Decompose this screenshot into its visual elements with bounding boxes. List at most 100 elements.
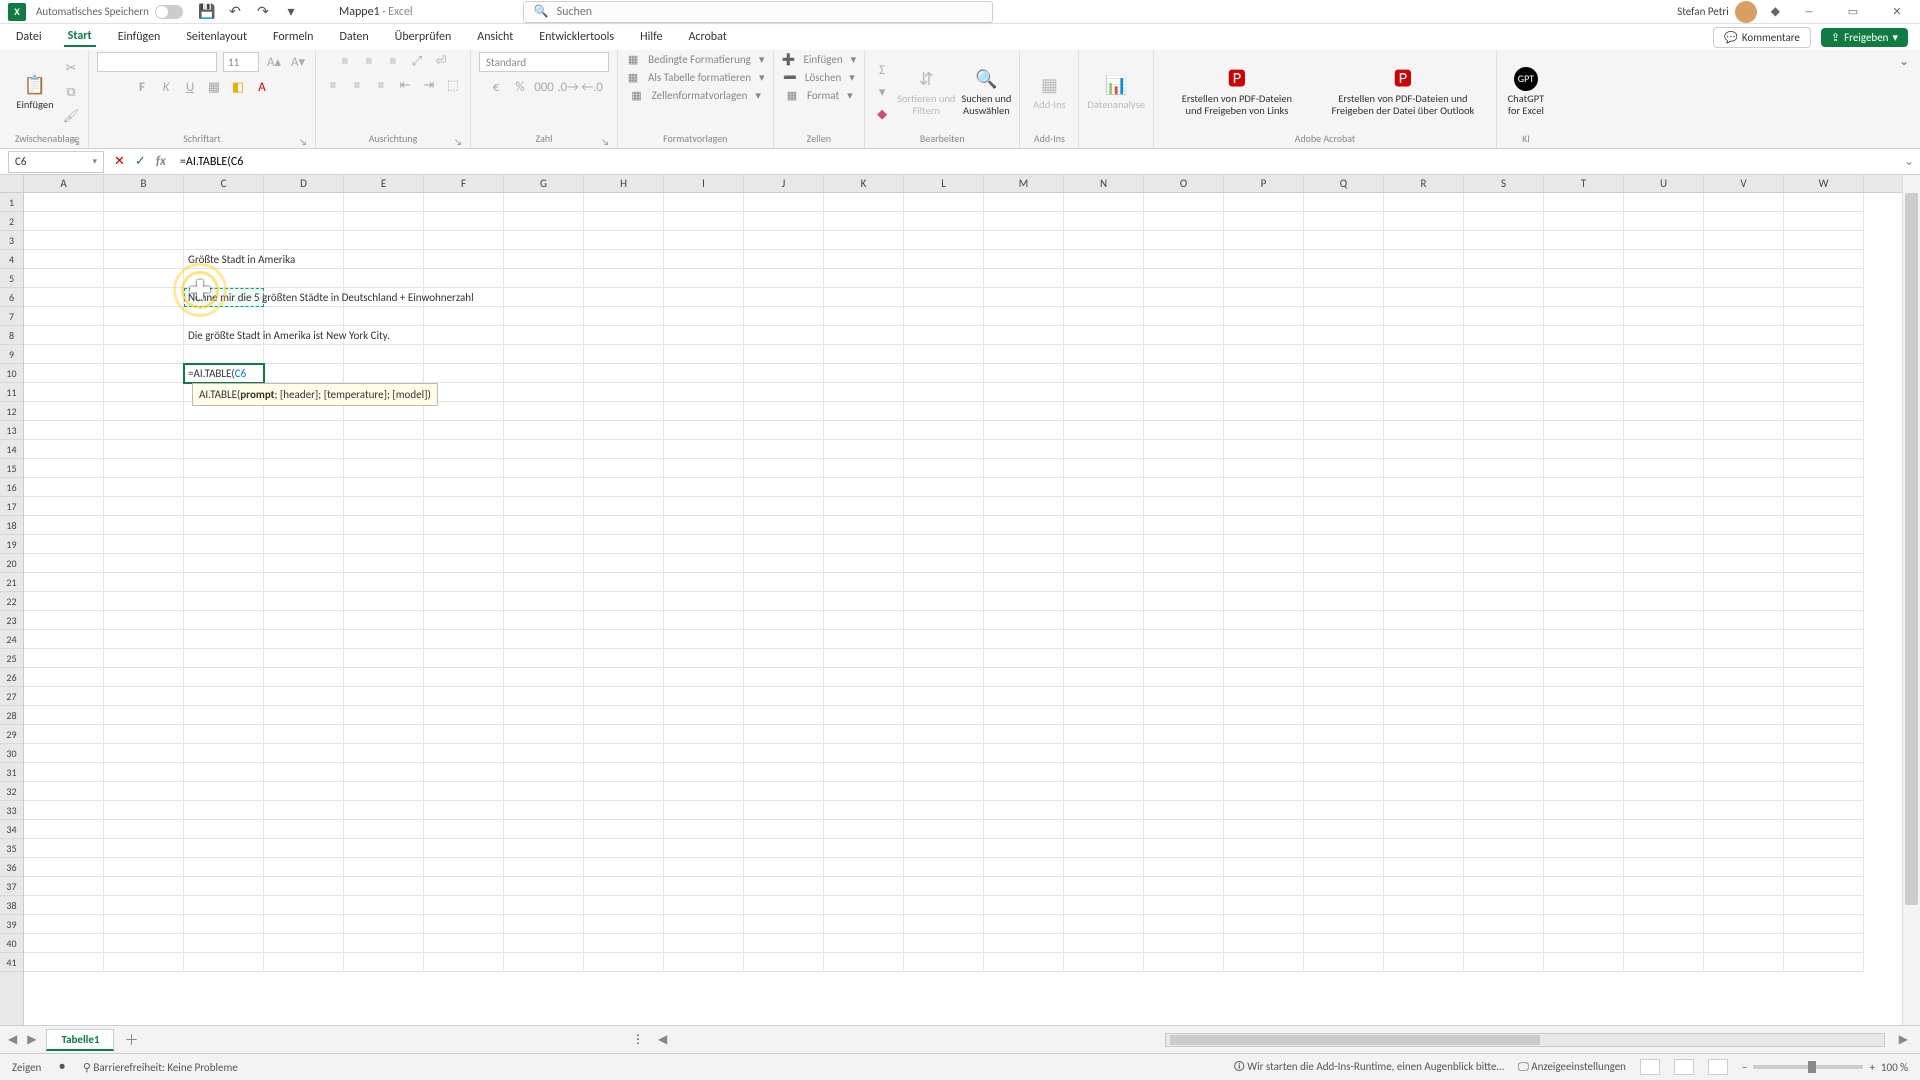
cell[interactable] bbox=[104, 383, 184, 402]
cell[interactable] bbox=[504, 896, 584, 915]
cell[interactable] bbox=[184, 687, 264, 706]
sheet-nav-prev[interactable]: ◀ bbox=[8, 1032, 17, 1047]
cell[interactable] bbox=[504, 250, 584, 269]
cell[interactable] bbox=[424, 592, 504, 611]
cell[interactable] bbox=[344, 877, 424, 896]
cell[interactable] bbox=[1784, 820, 1864, 839]
cell[interactable] bbox=[1224, 573, 1304, 592]
cells-delete-button[interactable]: ➖Löschen ▾ bbox=[783, 70, 855, 84]
font-size-combo[interactable]: 11 bbox=[223, 52, 259, 72]
row-header[interactable]: 4 bbox=[0, 250, 23, 269]
cell[interactable] bbox=[1224, 440, 1304, 459]
cell[interactable] bbox=[1224, 763, 1304, 782]
cell[interactable] bbox=[184, 478, 264, 497]
cell[interactable] bbox=[1144, 915, 1224, 934]
cell[interactable] bbox=[1784, 402, 1864, 421]
cell[interactable] bbox=[584, 307, 664, 326]
cell[interactable] bbox=[1144, 478, 1224, 497]
cell[interactable] bbox=[264, 820, 344, 839]
cell[interactable] bbox=[24, 231, 104, 250]
cell[interactable] bbox=[1704, 877, 1784, 896]
cell[interactable] bbox=[984, 915, 1064, 934]
cell[interactable] bbox=[744, 421, 824, 440]
cell[interactable] bbox=[584, 782, 664, 801]
cell[interactable] bbox=[504, 877, 584, 896]
cell[interactable] bbox=[1064, 839, 1144, 858]
cell[interactable] bbox=[184, 535, 264, 554]
wrap-text-icon[interactable]: ⏎ bbox=[432, 52, 450, 70]
cell[interactable] bbox=[824, 231, 904, 250]
cell[interactable] bbox=[984, 763, 1064, 782]
add-sheet-button[interactable]: ＋ bbox=[124, 1030, 138, 1050]
cell[interactable] bbox=[824, 934, 904, 953]
cell[interactable] bbox=[984, 212, 1064, 231]
cell[interactable] bbox=[184, 231, 264, 250]
cell[interactable] bbox=[1784, 782, 1864, 801]
row-header[interactable]: 27 bbox=[0, 687, 23, 706]
column-header[interactable]: R bbox=[1384, 175, 1464, 192]
cell[interactable] bbox=[664, 288, 744, 307]
row-header[interactable]: 35 bbox=[0, 839, 23, 858]
cell[interactable] bbox=[504, 592, 584, 611]
cell[interactable] bbox=[584, 573, 664, 592]
cell[interactable] bbox=[1304, 915, 1384, 934]
cell[interactable] bbox=[584, 953, 664, 972]
cell[interactable] bbox=[24, 611, 104, 630]
cell[interactable] bbox=[1064, 497, 1144, 516]
cell[interactable] bbox=[1544, 839, 1624, 858]
cell[interactable] bbox=[824, 402, 904, 421]
cell[interactable] bbox=[984, 459, 1064, 478]
cell[interactable] bbox=[904, 592, 984, 611]
cell[interactable] bbox=[1784, 801, 1864, 820]
cell[interactable] bbox=[424, 212, 504, 231]
column-header[interactable]: P bbox=[1224, 175, 1304, 192]
cell[interactable] bbox=[1464, 668, 1544, 687]
cell[interactable] bbox=[584, 497, 664, 516]
row-header[interactable]: 38 bbox=[0, 896, 23, 915]
cell[interactable] bbox=[104, 877, 184, 896]
cell[interactable] bbox=[1064, 440, 1144, 459]
cell[interactable] bbox=[824, 611, 904, 630]
cell[interactable] bbox=[1784, 383, 1864, 402]
align-left-icon[interactable]: ≡ bbox=[324, 76, 342, 94]
cell[interactable] bbox=[264, 649, 344, 668]
cell[interactable] bbox=[1624, 668, 1704, 687]
cell[interactable] bbox=[664, 573, 744, 592]
row-header[interactable]: 9 bbox=[0, 345, 23, 364]
cell[interactable] bbox=[1464, 326, 1544, 345]
cell[interactable] bbox=[584, 326, 664, 345]
column-header[interactable]: O bbox=[1144, 175, 1224, 192]
fx-icon[interactable]: fx bbox=[156, 154, 166, 169]
cell[interactable] bbox=[264, 478, 344, 497]
cell[interactable] bbox=[664, 383, 744, 402]
column-header[interactable]: A bbox=[24, 175, 104, 192]
cell[interactable] bbox=[744, 554, 824, 573]
cell[interactable] bbox=[424, 687, 504, 706]
cell[interactable] bbox=[24, 573, 104, 592]
cell[interactable] bbox=[1144, 535, 1224, 554]
cell[interactable] bbox=[1704, 801, 1784, 820]
cell[interactable] bbox=[664, 687, 744, 706]
cell[interactable] bbox=[824, 288, 904, 307]
cell[interactable] bbox=[904, 877, 984, 896]
cell[interactable] bbox=[104, 307, 184, 326]
cell[interactable] bbox=[1624, 535, 1704, 554]
cell[interactable] bbox=[1544, 858, 1624, 877]
cell[interactable] bbox=[1304, 839, 1384, 858]
cell[interactable] bbox=[584, 421, 664, 440]
cell[interactable] bbox=[504, 820, 584, 839]
cell[interactable] bbox=[504, 231, 584, 250]
cell[interactable] bbox=[1144, 858, 1224, 877]
cell[interactable]: Die größte Stadt in Amerika ist New York… bbox=[184, 326, 264, 345]
cell[interactable] bbox=[504, 763, 584, 782]
cell[interactable] bbox=[1304, 402, 1384, 421]
cell[interactable] bbox=[584, 915, 664, 934]
cell[interactable] bbox=[1144, 611, 1224, 630]
cell[interactable] bbox=[504, 535, 584, 554]
cell[interactable] bbox=[1304, 307, 1384, 326]
cell[interactable] bbox=[1224, 402, 1304, 421]
cell[interactable] bbox=[1384, 744, 1464, 763]
cell[interactable] bbox=[1304, 744, 1384, 763]
cell[interactable] bbox=[1464, 459, 1544, 478]
cell[interactable] bbox=[24, 706, 104, 725]
